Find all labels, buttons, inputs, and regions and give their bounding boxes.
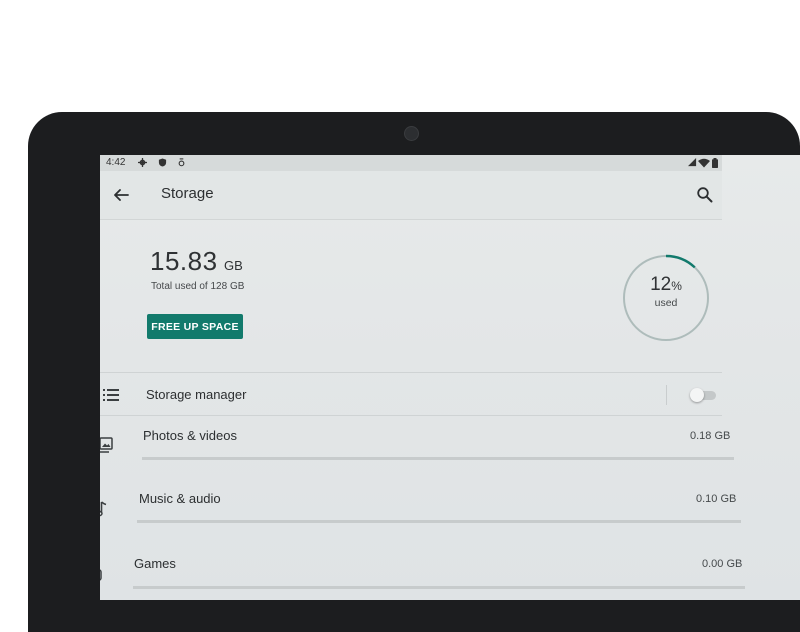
category-size: 0.18 GB: [690, 430, 731, 442]
storage-manager-toggle[interactable]: [690, 388, 718, 402]
app-bar: Storage: [100, 171, 722, 220]
toggle-knob: [690, 388, 704, 402]
status-bar: 4:42: [100, 155, 722, 171]
storage-manager-list-icon: [103, 389, 119, 401]
category-row-music-audio[interactable]: Music & audio 0.10 GB: [100, 480, 760, 540]
category-row-games[interactable]: Games 0.00 GB: [100, 545, 760, 600]
storage-summary: 15.83 GB Total used of 128 GB FREE UP SP…: [100, 220, 722, 372]
free-up-space-button[interactable]: FREE UP SPACE: [147, 314, 243, 339]
total-used-label: Total used of 128 GB: [151, 281, 245, 292]
music-note-icon: [100, 501, 107, 517]
storage-manager-separator: [666, 385, 667, 405]
back-arrow-icon[interactable]: [110, 184, 132, 206]
used-amount: 15.83 GB: [150, 246, 243, 277]
front-camera: [404, 126, 419, 141]
shield-icon: [158, 158, 167, 167]
settings-gear-icon: [138, 158, 147, 167]
status-time: 4:42: [106, 157, 126, 168]
used-value: 15.83: [150, 246, 218, 276]
category-row-photos-videos[interactable]: Photos & videos 0.18 GB: [100, 417, 760, 477]
category-label: Games: [134, 556, 176, 571]
category-size: 0.00 GB: [702, 558, 743, 570]
category-label: Music & audio: [139, 491, 221, 506]
search-icon[interactable]: [696, 186, 714, 204]
storage-manager-row[interactable]: Storage manager: [100, 373, 722, 415]
used-unit: GB: [224, 258, 243, 273]
category-usage-bar: [142, 457, 734, 460]
tablet-screen: 4:42 Storage 15.83 GB Total used of 128 …: [100, 155, 800, 600]
battery-icon: [712, 158, 718, 168]
storage-manager-label: Storage manager: [146, 387, 247, 402]
category-label: Photos & videos: [143, 428, 237, 443]
wifi-icon: [698, 158, 710, 168]
usage-percent: 12% used: [620, 274, 712, 309]
divider: [100, 415, 722, 416]
lens-icon: [178, 158, 185, 167]
gamepad-icon: [100, 569, 102, 581]
usage-percent-value: 12: [650, 274, 672, 295]
page-title: Storage: [161, 185, 214, 202]
category-size: 0.10 GB: [696, 493, 737, 505]
usage-percent-label: used: [654, 297, 678, 309]
usage-percent-sign: %: [671, 279, 682, 293]
photos-icon: [100, 437, 113, 453]
category-usage-bar: [133, 586, 745, 589]
signal-arrow-icon: [688, 158, 697, 167]
category-usage-bar: [137, 520, 741, 523]
